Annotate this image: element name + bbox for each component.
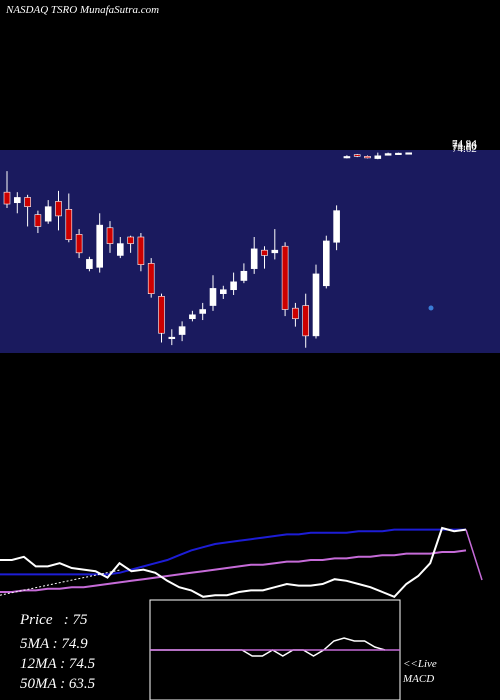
candle-down <box>3 191 11 205</box>
stat-50ma-label: 50MA <box>20 676 57 692</box>
ma-tail-line <box>465 529 483 581</box>
macd-title-label: MACD <box>403 673 435 685</box>
stat-price: Price : 75 <box>20 612 87 629</box>
stat-12ma-value: 74.5 <box>68 656 96 672</box>
moving-average-panel <box>0 526 483 598</box>
candle-down <box>292 307 299 320</box>
price-tag-group: 74.9474.8674.8074.62 <box>452 138 477 155</box>
stat-separator: : <box>52 636 58 652</box>
candle-up <box>96 224 103 268</box>
stat-5ma-label: 5MA <box>20 636 49 652</box>
stat-separator: : <box>60 676 66 692</box>
candle-up <box>230 281 237 291</box>
stat-price-label: Price <box>20 612 53 628</box>
marker-dot <box>428 305 434 311</box>
candle-down <box>55 201 62 217</box>
candle-up <box>343 156 351 159</box>
stat-50ma-value: 63.5 <box>68 676 96 692</box>
candle-up <box>405 152 413 155</box>
candle-up <box>199 309 206 314</box>
stat-price-value: 75 <box>72 612 88 628</box>
candle-down <box>364 156 371 159</box>
candle-up <box>384 153 392 156</box>
stat-50ma: 50MA : 63.5 <box>20 676 95 693</box>
candle-down <box>127 236 134 244</box>
candle-up <box>14 197 21 204</box>
price-panel-background <box>0 150 500 353</box>
candle-up <box>312 273 320 337</box>
stat-separator: : <box>60 656 66 672</box>
candle-down <box>353 154 361 157</box>
candle-up <box>209 288 217 306</box>
candle-up <box>271 249 279 254</box>
macd-line <box>150 637 386 657</box>
candle-down <box>261 249 268 256</box>
candle-down <box>65 209 73 240</box>
candle-up <box>395 152 402 155</box>
candle-down <box>147 263 155 294</box>
chart-stage: 74.94 74.86 74.80 74.62 NASDAQ TSRO MunafaS… <box>0 0 500 700</box>
candle-down <box>137 236 145 265</box>
candle-down <box>106 227 114 244</box>
stat-separator: : <box>56 612 69 628</box>
price-tag: 74.62 <box>452 143 477 155</box>
stat-12ma: 12MA : 74.5 <box>20 656 95 673</box>
candle-up <box>44 206 52 222</box>
candle-up <box>333 210 340 243</box>
stat-5ma: 5MA : 74.9 <box>20 636 88 653</box>
candle-up <box>168 336 176 339</box>
stat-12ma-label: 12MA <box>20 656 57 672</box>
chart-title: NASDAQ TSRO MunafaSutra.com <box>6 4 160 16</box>
candle-up <box>189 314 196 320</box>
stat-5ma-value: 74.9 <box>61 636 88 652</box>
candle-up <box>86 259 93 269</box>
chart-canvas: 74.9474.8674.8074.62 <box>0 138 500 700</box>
candle-up <box>250 248 258 269</box>
candle-up <box>117 243 124 256</box>
candle-up <box>220 289 227 294</box>
ma-line-violet <box>0 549 467 593</box>
candle-down <box>24 197 31 207</box>
candle-up <box>374 155 382 159</box>
candle-down <box>75 234 83 254</box>
candle-down <box>302 305 310 337</box>
candle-up <box>178 326 186 335</box>
candle-up <box>322 240 330 287</box>
candle-down <box>281 245 289 310</box>
candle-down <box>158 296 165 334</box>
candle-down <box>34 214 42 227</box>
macd-live-label: <<Live <box>403 658 437 670</box>
candle-up <box>240 270 248 281</box>
macd-series <box>150 637 400 657</box>
